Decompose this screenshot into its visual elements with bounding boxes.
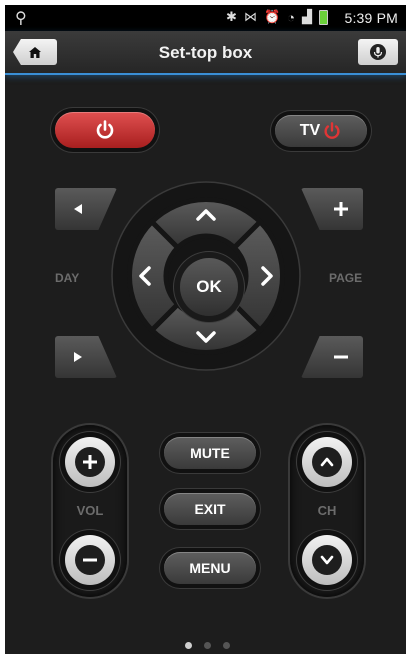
remote-screen: ⚲ ✱ ⋈ ⏰ ◔ ▟ 5:39 PM Set-top box TV DAY P…	[5, 5, 406, 654]
wifi-icon: ◔	[287, 9, 295, 25]
signal-icon: ▟	[302, 9, 312, 24]
channel-rocker: CH	[290, 425, 364, 597]
page-dot[interactable]	[204, 642, 211, 649]
usb-icon: ⚲	[15, 10, 27, 27]
title-bar: Set-top box	[5, 31, 406, 75]
chevron-down-icon	[320, 555, 334, 565]
status-bar: ⚲ ✱ ⋈ ⏰ ◔ ▟ 5:39 PM	[5, 5, 406, 31]
tv-power-button[interactable]: TV	[275, 115, 367, 147]
exit-label: EXIT	[194, 501, 226, 517]
day-previous-button[interactable]	[55, 188, 117, 230]
channel-down-button[interactable]	[302, 535, 352, 585]
page-label: PAGE	[329, 271, 363, 285]
power-icon	[96, 120, 114, 139]
tv-label: TV	[299, 122, 321, 139]
page-title: Set-top box	[158, 43, 253, 62]
tv-power-icon	[324, 122, 340, 139]
volume-up-button[interactable]	[65, 437, 115, 487]
menu-label: MENU	[189, 560, 231, 576]
page-dot[interactable]	[223, 642, 230, 649]
day-next-button[interactable]	[55, 336, 117, 378]
minus-icon	[334, 355, 348, 359]
alarm-icon: ⏰	[263, 9, 281, 24]
status-icons: ✱ ⋈ ⏰ ◔ ▟	[226, 9, 328, 25]
ok-label: OK	[196, 277, 222, 296]
microphone-icon	[370, 44, 386, 60]
page-up-button[interactable]	[301, 188, 363, 230]
bluetooth-icon: ✱	[226, 9, 237, 24]
volume-label: VOL	[76, 503, 104, 518]
arrow-left-icon	[74, 204, 82, 214]
exit-button[interactable]: EXIT	[164, 493, 256, 525]
menu-button[interactable]: MENU	[164, 552, 256, 584]
vibrate-icon: ⋈	[243, 9, 257, 24]
volume-rocker: VOL	[53, 425, 127, 597]
chevron-up-icon	[320, 457, 334, 467]
mute-label: MUTE	[190, 445, 230, 461]
channel-label: CH	[317, 503, 337, 518]
microphone-button[interactable]	[358, 39, 398, 65]
page-down-button[interactable]	[301, 336, 363, 378]
plus-icon	[83, 455, 97, 469]
volume-down-button[interactable]	[65, 535, 115, 585]
page-dot[interactable]	[185, 642, 192, 649]
day-label: DAY	[55, 271, 80, 285]
channel-up-button[interactable]	[302, 437, 352, 487]
status-time: 5:39 PM	[344, 10, 398, 26]
minus-icon	[83, 558, 97, 562]
battery-icon	[319, 9, 328, 25]
plus-icon	[334, 202, 348, 216]
mute-button[interactable]: MUTE	[164, 437, 256, 469]
arrow-right-icon	[74, 352, 82, 362]
power-button[interactable]	[55, 112, 155, 148]
page-indicator	[185, 642, 230, 649]
ok-button[interactable]: OK	[180, 258, 238, 316]
